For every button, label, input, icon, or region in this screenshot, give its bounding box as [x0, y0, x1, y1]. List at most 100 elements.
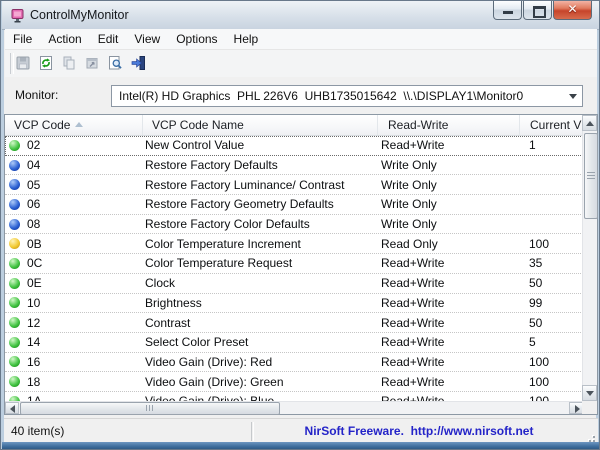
maximize-button[interactable]: [523, 1, 552, 20]
cell-vcp-code-name: Contrast: [136, 316, 371, 330]
monitor-dropdown-value: Intel(R) HD Graphics PHL 226V6 UHB173501…: [119, 89, 523, 103]
horizontal-scrollbar-thumb[interactable]: [20, 402, 280, 415]
table-row[interactable]: 16 Video Gain (Drive): Red Read+Write 10…: [5, 353, 583, 373]
cell-vcp-code: 0E: [20, 276, 136, 290]
monitor-label: Monitor:: [15, 88, 58, 102]
scroll-down-icon[interactable]: [582, 385, 597, 401]
cell-vcp-code: 04: [20, 158, 136, 172]
status-dot-icon: [9, 337, 20, 348]
table-row[interactable]: 1A Video Gain (Drive): Blue Read+Write 1…: [5, 392, 583, 401]
cell-vcp-code: 1A: [20, 394, 136, 401]
cell-read-write: Read+Write: [371, 394, 513, 401]
cell-read-write: Read+Write: [371, 296, 513, 310]
minimize-button[interactable]: [493, 1, 522, 20]
column-header-read-write[interactable]: Read-Write: [378, 115, 520, 135]
close-button[interactable]: ✕: [553, 1, 592, 20]
item-count-label: 40 item(s): [11, 424, 64, 438]
vertical-scrollbar[interactable]: [582, 115, 597, 401]
cell-read-write: Write Only: [371, 158, 513, 172]
cell-vcp-code-name: Video Gain (Drive): Green: [136, 375, 371, 389]
scroll-right-icon[interactable]: [569, 402, 583, 414]
column-header-vcp-code[interactable]: VCP Code: [5, 115, 143, 135]
list-header: VCP Code VCP Code Name Read-Write Curren…: [5, 115, 583, 136]
menu-options[interactable]: Options: [168, 30, 225, 48]
exit-icon[interactable]: [130, 55, 148, 73]
cell-current-value: 50: [513, 316, 583, 330]
menu-edit[interactable]: Edit: [90, 30, 127, 48]
cell-read-write: Read+Write: [371, 355, 513, 369]
scroll-up-icon[interactable]: [582, 115, 597, 131]
table-row[interactable]: 08 Restore Factory Color Defaults Write …: [5, 215, 583, 235]
table-row[interactable]: 0E Clock Read+Write 50: [5, 274, 583, 294]
table-row[interactable]: 05 Restore Factory Luminance/ Contrast W…: [5, 175, 583, 195]
table-row[interactable]: 06 Restore Factory Geometry Defaults Wri…: [5, 195, 583, 215]
monitor-dropdown[interactable]: Intel(R) HD Graphics PHL 226V6 UHB173501…: [111, 85, 583, 107]
minimize-icon: [503, 11, 513, 14]
properties-icon[interactable]: [84, 55, 102, 73]
cell-read-write: Read+Write: [371, 138, 513, 152]
cell-vcp-code-name: Video Gain (Drive): Red: [136, 355, 371, 369]
table-row[interactable]: 0C Color Temperature Request Read+Write …: [5, 254, 583, 274]
table-row[interactable]: 14 Select Color Preset Read+Write 5: [5, 333, 583, 353]
cell-read-write: Read Only: [371, 237, 513, 251]
save-icon[interactable]: [15, 55, 33, 73]
scroll-left-icon[interactable]: [5, 402, 19, 414]
title-bar[interactable]: ControlMyMonitor ✕: [2, 1, 600, 30]
status-dot-icon: [9, 219, 20, 230]
menu-help[interactable]: Help: [226, 30, 267, 48]
status-dot-icon: [9, 356, 20, 367]
cell-vcp-code-name: Color Temperature Increment: [136, 237, 371, 251]
cell-read-write: Write Only: [371, 217, 513, 231]
cell-vcp-code: 02: [20, 138, 136, 152]
table-row[interactable]: 04 Restore Factory Defaults Write Only: [5, 156, 583, 176]
menu-file[interactable]: File: [5, 30, 40, 48]
chevron-down-icon: [569, 94, 577, 99]
column-header-current-value[interactable]: Current V: [520, 115, 583, 135]
cell-vcp-code-name: Restore Factory Luminance/ Contrast: [136, 178, 371, 192]
status-dot-icon: [9, 160, 20, 171]
cell-vcp-code-name: Select Color Preset: [136, 335, 371, 349]
status-dot-icon: [9, 179, 20, 190]
status-dot-icon: [9, 317, 20, 328]
table-row[interactable]: 12 Contrast Read+Write 50: [5, 313, 583, 333]
refresh-icon[interactable]: [38, 55, 56, 73]
scrollbar-corner: [582, 401, 597, 414]
cell-current-value: 100: [513, 355, 583, 369]
cell-read-write: Read+Write: [371, 256, 513, 270]
toolbar: [5, 50, 597, 77]
find-icon[interactable]: [107, 55, 125, 73]
horizontal-scrollbar[interactable]: [5, 401, 583, 414]
cell-read-write: Read+Write: [371, 375, 513, 389]
cell-vcp-code-name: Color Temperature Request: [136, 256, 371, 270]
table-row[interactable]: 02 New Control Value Read+Write 1: [5, 136, 583, 156]
cell-read-write: Read+Write: [371, 276, 513, 290]
cell-vcp-code-name: Restore Factory Geometry Defaults: [136, 197, 371, 211]
cell-vcp-code-name: Clock: [136, 276, 371, 290]
cell-read-write: Read+Write: [371, 316, 513, 330]
window-title: ControlMyMonitor: [30, 8, 129, 22]
menu-action[interactable]: Action: [40, 30, 89, 48]
table-row[interactable]: 0B Color Temperature Increment Read Only…: [5, 234, 583, 254]
window-bottom-border: [2, 442, 600, 449]
copy-icon[interactable]: [61, 55, 79, 73]
cell-current-value: 1: [513, 138, 583, 152]
cell-current-value: 100: [513, 375, 583, 389]
cell-vcp-code: 0B: [20, 237, 136, 251]
column-header-vcp-code-name[interactable]: VCP Code Name: [143, 115, 378, 135]
app-icon: [11, 8, 26, 28]
table-row[interactable]: 18 Video Gain (Drive): Green Read+Write …: [5, 372, 583, 392]
resize-grip[interactable]: [585, 432, 595, 442]
menu-view[interactable]: View: [126, 30, 168, 48]
status-dot-icon: [9, 258, 20, 269]
cell-vcp-code-name: New Control Value: [136, 138, 371, 152]
nirsoft-link[interactable]: NirSoft Freeware. http://www.nirsoft.net: [254, 424, 584, 438]
cell-vcp-code: 12: [20, 316, 136, 330]
cell-vcp-code: 10: [20, 296, 136, 310]
cell-vcp-code: 18: [20, 375, 136, 389]
cell-vcp-code: 16: [20, 355, 136, 369]
table-row[interactable]: 10 Brightness Read+Write 99: [5, 294, 583, 314]
vertical-scrollbar-thumb[interactable]: [584, 133, 598, 219]
cell-read-write: Write Only: [371, 197, 513, 211]
status-bar: 40 item(s) NirSoft Freeware. http://www.…: [4, 418, 598, 445]
cell-vcp-code: 05: [20, 178, 136, 192]
